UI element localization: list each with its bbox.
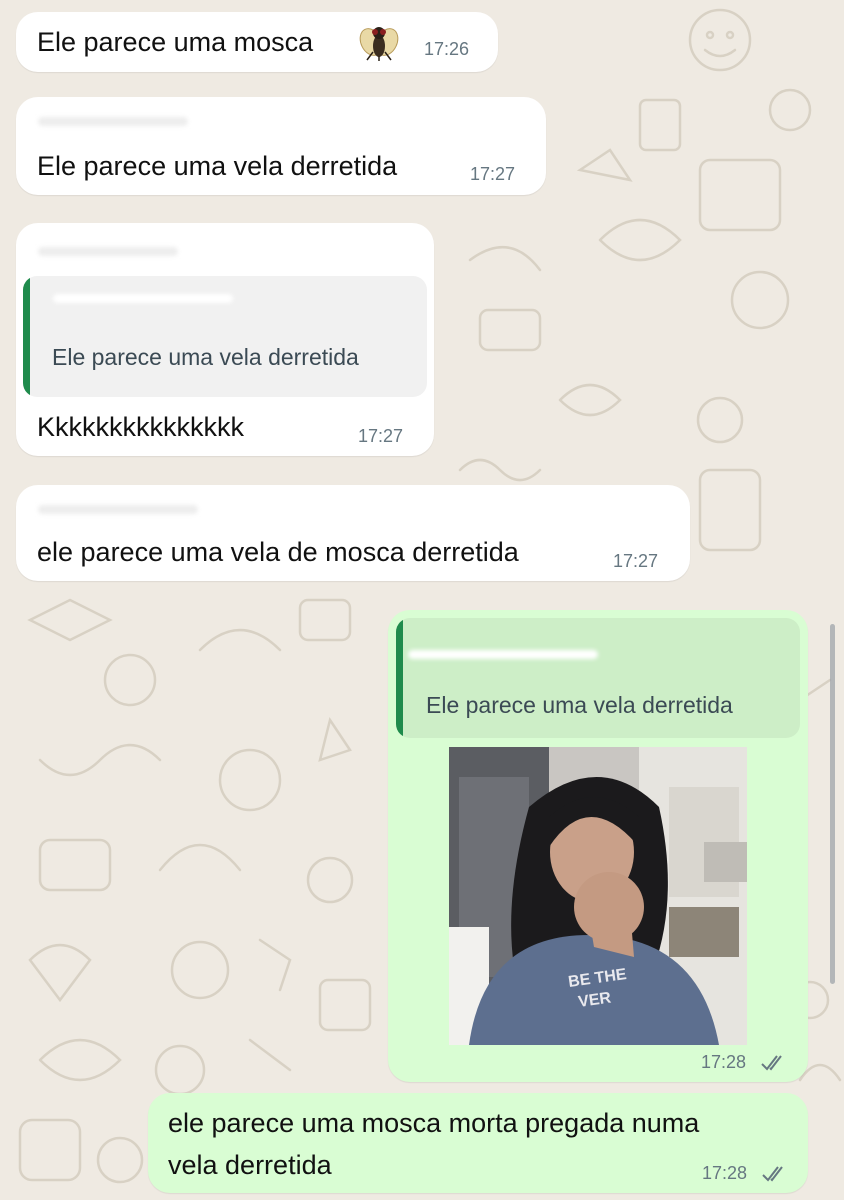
message-bubble[interactable]: Ele parece uma vela derretida 17:27 bbox=[16, 97, 546, 195]
message-bubble[interactable]: Ele parece uma mosca 17:26 bbox=[16, 12, 498, 72]
photo-attachment[interactable]: BE THE VER bbox=[449, 747, 747, 1045]
message-text-line-2: vela derretida bbox=[168, 1150, 332, 1180]
message-time: 17:28 bbox=[701, 1052, 747, 1072]
quoted-text: Ele parece uma vela derretida bbox=[426, 692, 733, 718]
quoted-text: Ele parece uma vela derretida bbox=[52, 344, 359, 370]
message-text: Ele parece uma vela derretida bbox=[37, 151, 398, 181]
message-time: 17:27 bbox=[613, 551, 659, 571]
message-time: 17:26 bbox=[424, 39, 470, 59]
message-time: 17:28 bbox=[702, 1163, 748, 1183]
quote-accent-bar bbox=[396, 618, 403, 738]
scrollbar[interactable] bbox=[830, 624, 835, 984]
message-text-line-1: ele parece uma mosca morta pregada numa bbox=[168, 1108, 700, 1138]
message-time: 17:27 bbox=[358, 426, 404, 446]
quoted-sender-redacted bbox=[408, 650, 598, 659]
message-text: ele parece uma vela de mosca derretida bbox=[37, 537, 519, 567]
read-double-check-icon bbox=[762, 1166, 783, 1182]
sender-name-redacted bbox=[38, 247, 178, 256]
sender-name-redacted bbox=[38, 505, 198, 514]
message-bubble-outgoing[interactable]: Ele parece uma vela derretida BE THE VER… bbox=[388, 610, 808, 1082]
message-bubble[interactable]: Ele parece uma vela derretida Kkkkkkkkkk… bbox=[16, 223, 434, 456]
message-text: Ele parece uma mosca bbox=[37, 27, 314, 57]
quoted-sender-redacted bbox=[53, 294, 233, 303]
fly-emoji-icon bbox=[359, 27, 399, 61]
message-bubble-outgoing[interactable]: ele parece uma mosca morta pregada numa … bbox=[148, 1093, 808, 1193]
quoted-message[interactable]: Ele parece uma vela derretida bbox=[23, 276, 427, 397]
read-double-check-icon bbox=[761, 1055, 782, 1071]
message-time: 17:27 bbox=[470, 164, 516, 184]
message-text: Kkkkkkkkkkkkkkk bbox=[37, 412, 245, 442]
quoted-message[interactable]: Ele parece uma vela derretida bbox=[396, 618, 800, 738]
message-bubble[interactable]: ele parece uma vela de mosca derretida 1… bbox=[16, 485, 690, 581]
sender-name-redacted bbox=[38, 117, 188, 126]
quote-accent-bar bbox=[23, 276, 30, 397]
